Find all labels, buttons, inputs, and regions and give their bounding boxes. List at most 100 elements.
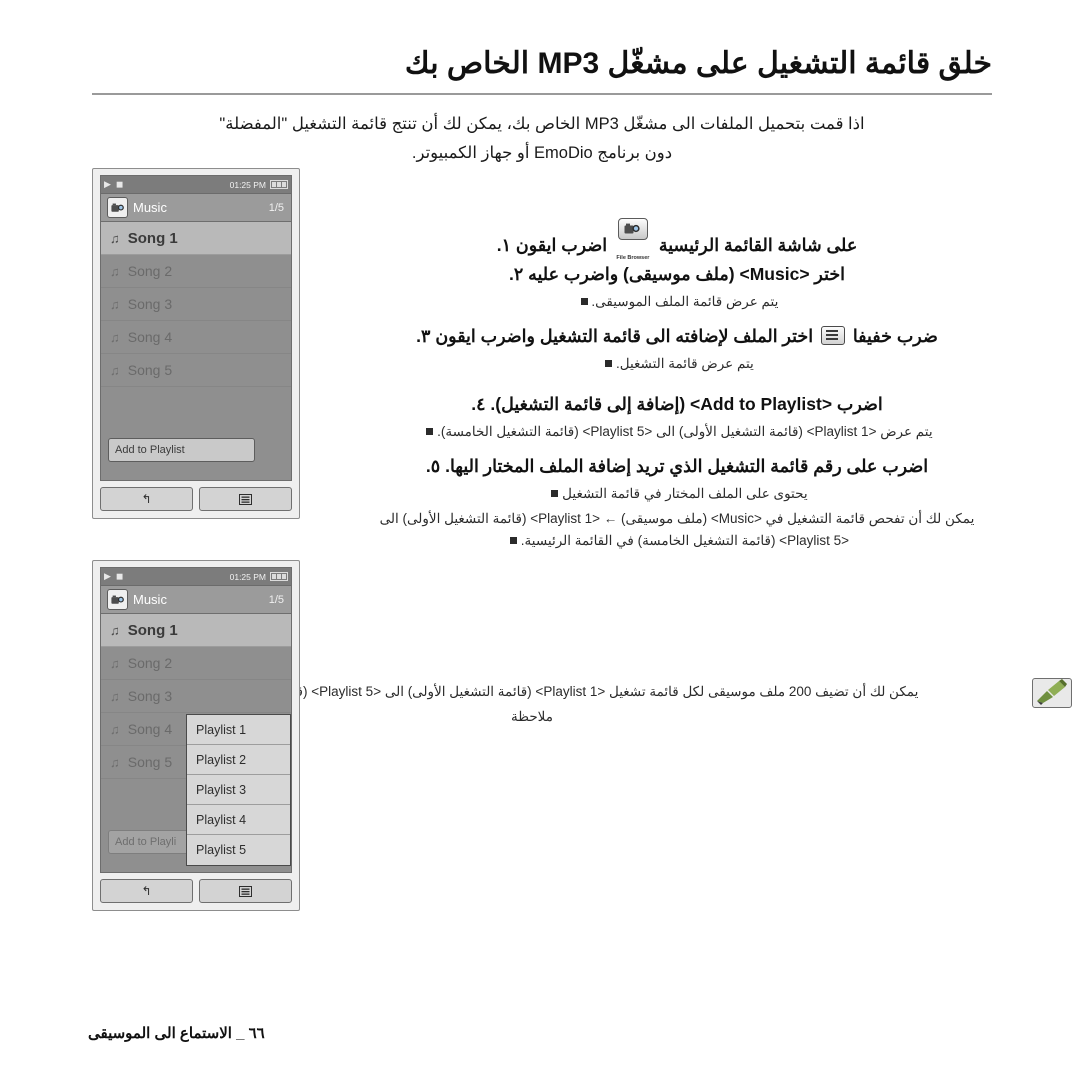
device-2-statusbar: ▶ ◼ 01:25 PM xyxy=(101,568,291,586)
step-2-text: اختر <Music> (ملف موسيقى) واضرب عليه xyxy=(528,264,846,284)
list-item-label: Song 5 xyxy=(127,362,173,378)
menu-button[interactable] xyxy=(199,879,292,903)
device-mockup-2: ▶ ◼ 01:25 PM Music 1/5 ♫ Song 1 ♫ Song 2… xyxy=(92,560,300,911)
page-title: خلق قائمة التشغيل على مشغّل MP3 الخاص بك xyxy=(404,47,992,80)
step-3-number: ٣. xyxy=(416,326,431,346)
music-note-icon: ♫ xyxy=(110,622,120,638)
list-item-label: Song 2 xyxy=(127,263,173,279)
file-browser-icon xyxy=(107,589,128,610)
list-item-label: Song 3 xyxy=(127,688,173,704)
step-4-sub-1-text: يتم عرض <Playlist 1> (قائمة التشغيل الأو… xyxy=(437,424,933,439)
step-5: اضرب على رقم قائمة التشغيل الذي تريد إضا… xyxy=(362,453,992,480)
step-1: على شاشة القائمة الرئيسية File Browser ا… xyxy=(362,218,992,261)
bullet-icon xyxy=(580,298,588,305)
step-2-sub-1-text: يتم عرض قائمة الملف الموسيقى. xyxy=(591,294,779,309)
list-item[interactable]: ♫ Song 5 xyxy=(101,354,291,387)
list-item-label: Song 5 xyxy=(127,754,173,770)
playlist-option-4[interactable]: Playlist 4 xyxy=(187,805,290,835)
instruction-steps: على شاشة القائمة الرئيسية File Browser ا… xyxy=(362,218,992,552)
list-item[interactable]: ♫ Song 3 xyxy=(101,680,291,713)
list-item[interactable]: ♫ Song 1 xyxy=(101,614,291,647)
intro-line-1: اذا قمت بتحميل الملفات الى مشغّل MP3 الخ… xyxy=(219,115,865,133)
device-1-song-list[interactable]: ♫ Song 1 ♫ Song 2 ♫ Song 3 ♫ Song 4 ♫ So… xyxy=(101,222,291,387)
playlist-option-5[interactable]: Playlist 5 xyxy=(187,835,290,865)
add-to-playlist-button[interactable]: Add to Playlist xyxy=(108,438,255,462)
music-note-icon: ♫ xyxy=(110,362,120,378)
playlist-popup[interactable]: Playlist 1 Playlist 2 Playlist 3 Playlis… xyxy=(186,714,291,866)
bullet-icon xyxy=(605,360,613,367)
music-note-icon: ♫ xyxy=(110,263,120,279)
menu-icon xyxy=(820,326,845,345)
music-note-icon: ♫ xyxy=(110,296,120,312)
clock-label: 01:25 PM xyxy=(229,179,266,190)
intro-line-2: دون برنامج EmoDio أو جهاز الكمبيوتر. xyxy=(411,144,673,162)
back-button[interactable]: ↰ xyxy=(100,487,193,511)
step-4: اضرب <Add to Playlist> (إضافة إلى قائمة … xyxy=(362,391,992,418)
step-3-text-before: اختر الملف لإضافته الى قائمة التشغيل واض… xyxy=(435,326,814,346)
list-item[interactable]: ♫ Song 3 xyxy=(101,288,291,321)
device-2-header: Music 1/5 xyxy=(101,586,291,614)
device-2-screen: ▶ ◼ 01:25 PM Music 1/5 ♫ Song 1 ♫ Song 2… xyxy=(100,567,292,873)
step-2-sub-1: يتم عرض قائمة الملف الموسيقى. xyxy=(362,291,992,313)
step-1-text-after: على شاشة القائمة الرئيسية xyxy=(658,235,858,255)
back-button[interactable]: ↰ xyxy=(100,879,193,903)
playlist-option-1[interactable]: Playlist 1 xyxy=(187,715,290,745)
step-2-number: ٢. xyxy=(508,264,524,284)
clock-label: 01:25 PM xyxy=(229,571,266,582)
device-1-header-count: 1/5 xyxy=(268,201,284,214)
file-browser-caption: File Browser xyxy=(616,255,650,261)
device-1-header-label: Music xyxy=(133,200,167,215)
list-item-label: Song 1 xyxy=(127,621,178,639)
list-item[interactable]: ♫ Song 2 xyxy=(101,255,291,288)
play-icon: ▶ xyxy=(104,571,111,581)
step-3: ضرب خفيفا اختر الملف لإضافته الى قائمة ا… xyxy=(362,323,992,350)
menu-icon xyxy=(239,493,252,505)
device-1-screen: ▶ ◼ 01:25 PM Music 1/5 ♫ Song 1 ♫ Song 2… xyxy=(100,175,292,481)
stop-icon: ◼ xyxy=(115,179,124,189)
music-note-icon: ♫ xyxy=(110,688,120,704)
music-note-icon: ♫ xyxy=(110,329,120,345)
step-3-sub-1: يتم عرض قائمة التشغيل. xyxy=(362,353,992,375)
list-item-label: Song 2 xyxy=(127,655,173,671)
footer-page-label: ٦٦ _ الاستماع الى الموسيقى xyxy=(88,1025,265,1042)
device-1-hardware-buttons: ↰ xyxy=(100,487,292,511)
file-browser-icon xyxy=(107,197,128,218)
battery-icon xyxy=(270,572,288,581)
step-5-sub-1-text: يحتوى على الملف المختار في قائمة التشغيل xyxy=(562,486,808,501)
music-note-icon: ♫ xyxy=(110,655,120,671)
list-item-label: Song 4 xyxy=(127,721,173,737)
step-5-sub-2-text: يمكن لك أن تفحص قائمة التشغيل في <Music>… xyxy=(379,511,975,548)
step-5-number: ٥. xyxy=(425,456,441,476)
step-3-text-after: ضرب خفيفا xyxy=(852,326,938,346)
battery-icon xyxy=(270,180,288,189)
music-note-icon: ♫ xyxy=(110,754,120,770)
list-item[interactable]: ♫ Song 1 xyxy=(101,222,291,255)
step-5-sub-1: يحتوى على الملف المختار في قائمة التشغيل xyxy=(362,483,992,505)
step-5-text: اضرب على رقم قائمة التشغيل الذي تريد إضا… xyxy=(445,456,929,476)
step-2: اختر <Music> (ملف موسيقى) واضرب عليه ٢. xyxy=(362,261,992,288)
music-note-icon: ♫ xyxy=(110,230,120,246)
bullet-icon xyxy=(551,490,559,497)
playlist-option-3[interactable]: Playlist 3 xyxy=(187,775,290,805)
device-2-header-label: Music xyxy=(133,592,167,607)
title-divider xyxy=(92,93,992,95)
device-1-statusbar: ▶ ◼ 01:25 PM xyxy=(101,176,291,194)
music-note-icon: ♫ xyxy=(110,721,120,737)
step-1-number: ١. xyxy=(496,235,511,255)
playlist-option-2[interactable]: Playlist 2 xyxy=(187,745,290,775)
list-item[interactable]: ♫ Song 2 xyxy=(101,647,291,680)
bullet-icon xyxy=(510,537,517,544)
intro-paragraph: اذا قمت بتحميل الملفات الى مشغّل MP3 الخ… xyxy=(92,110,992,168)
list-item-label: Song 1 xyxy=(127,229,178,247)
menu-button[interactable] xyxy=(199,487,292,511)
menu-icon xyxy=(239,885,252,897)
page-root: خلق قائمة التشغيل على مشغّل MP3 الخاص بك… xyxy=(0,0,1080,1080)
step-1-text-before: اضرب ايقون xyxy=(515,235,608,255)
list-item[interactable]: ♫ Song 4 xyxy=(101,321,291,354)
note-pencil-icon xyxy=(1032,678,1072,708)
step-4-text: اضرب <Add to Playlist> (إضافة إلى قائمة … xyxy=(490,394,883,414)
step-5-sub-2: يمكن لك أن تفحص قائمة التشغيل في <Music>… xyxy=(362,508,992,552)
step-4-sub-1: يتم عرض <Playlist 1> (قائمة التشغيل الأو… xyxy=(362,421,992,443)
stop-icon: ◼ xyxy=(115,571,124,581)
play-icon: ▶ xyxy=(104,179,111,189)
